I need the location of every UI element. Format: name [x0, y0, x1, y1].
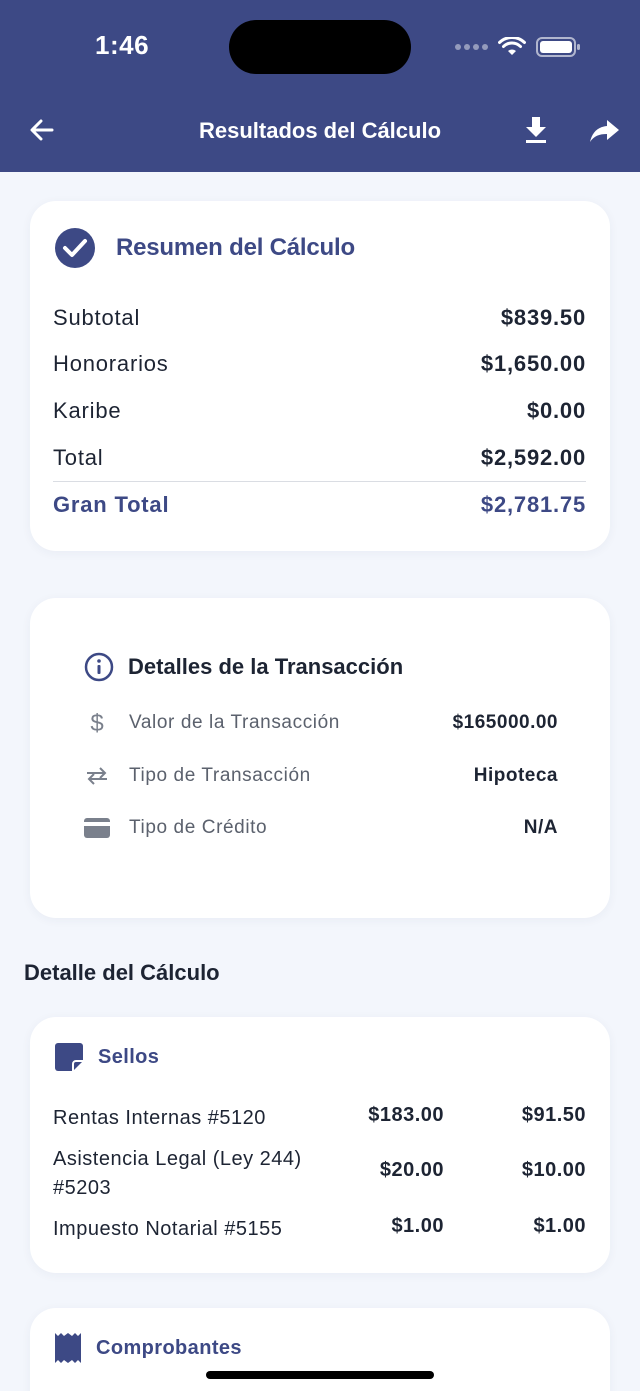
- swap-arrows-icon: [84, 767, 110, 785]
- svg-text:$: $: [90, 710, 103, 736]
- summary-row-karibe: Karibe $0.00: [53, 396, 586, 426]
- detail-row-tipo-transaccion: Tipo de Transacción Hipoteca: [84, 761, 558, 791]
- summary-header: Resumen del Cálculo: [54, 227, 355, 269]
- detail-value: $165000.00: [452, 712, 558, 733]
- wifi-icon: [498, 37, 526, 55]
- grand-total-label: Gran Total: [53, 492, 170, 517]
- transaction-details-card: Detalles de la Transacción $ Valor de la…: [30, 598, 610, 918]
- comprobantes-header: Comprobantes: [54, 1333, 242, 1363]
- detail-label: Tipo de Crédito: [129, 817, 268, 838]
- item-amount-half: $10.00: [521, 1159, 586, 1181]
- share-button[interactable]: [588, 114, 622, 148]
- detail-row-valor: $ Valor de la Transacción $165000.00: [84, 708, 558, 738]
- detail-label: Tipo de Transacción: [129, 765, 311, 786]
- item-name: Impuesto Notarial #5155: [53, 1218, 283, 1240]
- sellos-title: Sellos: [98, 1045, 160, 1068]
- item-amount: $20.00: [379, 1159, 444, 1181]
- item-amount-half: $1.00: [533, 1215, 586, 1237]
- comprobantes-title: Comprobantes: [96, 1336, 242, 1359]
- summary-card: Resumen del Cálculo Subtotal $839.50 Hon…: [30, 201, 610, 551]
- summary-title: Resumen del Cálculo: [116, 234, 355, 261]
- summary-value: $0.00: [526, 398, 586, 423]
- status-time: 1:46: [95, 30, 150, 60]
- detail-label: Valor de la Transacción: [129, 712, 340, 733]
- summary-label: Total: [53, 445, 104, 470]
- calc-detail-heading: Detalle del Cálculo: [24, 960, 220, 985]
- summary-label: Karibe: [53, 398, 122, 423]
- download-icon: [526, 117, 546, 143]
- detail-value: N/A: [523, 817, 558, 838]
- item-name: Asistencia Legal (Ley 244) #5203: [53, 1148, 302, 1199]
- app-header: 1:46 Resultados del Cálculo: [0, 0, 640, 172]
- credit-card-icon: [84, 818, 110, 838]
- share-arrow-icon: [590, 120, 619, 142]
- grand-total-value: $2,781.75: [480, 492, 586, 517]
- summary-row-subtotal: Subtotal $839.50: [53, 303, 586, 333]
- summary-row-honorarios: Honorarios $1,650.00: [53, 349, 586, 379]
- status-icons: [455, 36, 582, 58]
- summary-row-grand-total: Gran Total $2,781.75: [53, 490, 586, 520]
- receipt-icon: [55, 1333, 81, 1363]
- divider: [53, 481, 586, 482]
- item-amount: $1.00: [391, 1215, 444, 1237]
- home-indicator[interactable]: [206, 1371, 434, 1379]
- item-amount-half: $91.50: [521, 1104, 586, 1126]
- summary-value: $1,650.00: [480, 351, 586, 376]
- details-title: Detalles de la Transacción: [128, 654, 404, 679]
- info-icon: [84, 652, 114, 682]
- dynamic-island: [229, 20, 411, 74]
- battery-icon: [536, 37, 580, 57]
- sellos-header: Sellos: [54, 1042, 159, 1072]
- item-name: Rentas Internas #5120: [53, 1107, 266, 1129]
- summary-label: Subtotal: [53, 305, 141, 330]
- details-header: Detalles de la Transacción: [84, 652, 403, 682]
- check-circle-icon: [55, 228, 95, 268]
- sticky-note-icon: [55, 1043, 83, 1071]
- download-button[interactable]: [520, 114, 552, 146]
- cellular-signal-icon: [455, 44, 488, 50]
- summary-label: Honorarios: [53, 351, 169, 376]
- summary-value: $2,592.00: [480, 445, 586, 470]
- detail-row-tipo-credito: Tipo de Crédito N/A: [84, 813, 558, 843]
- summary-row-total: Total $2,592.00: [53, 443, 586, 473]
- item-amount: $183.00: [368, 1104, 444, 1126]
- detail-value: Hipoteca: [473, 765, 558, 786]
- dollar-icon: $: [84, 710, 110, 736]
- summary-value: $839.50: [500, 305, 586, 330]
- sellos-card: Sellos Rentas Internas #5120 $183.00 $91…: [30, 1017, 610, 1273]
